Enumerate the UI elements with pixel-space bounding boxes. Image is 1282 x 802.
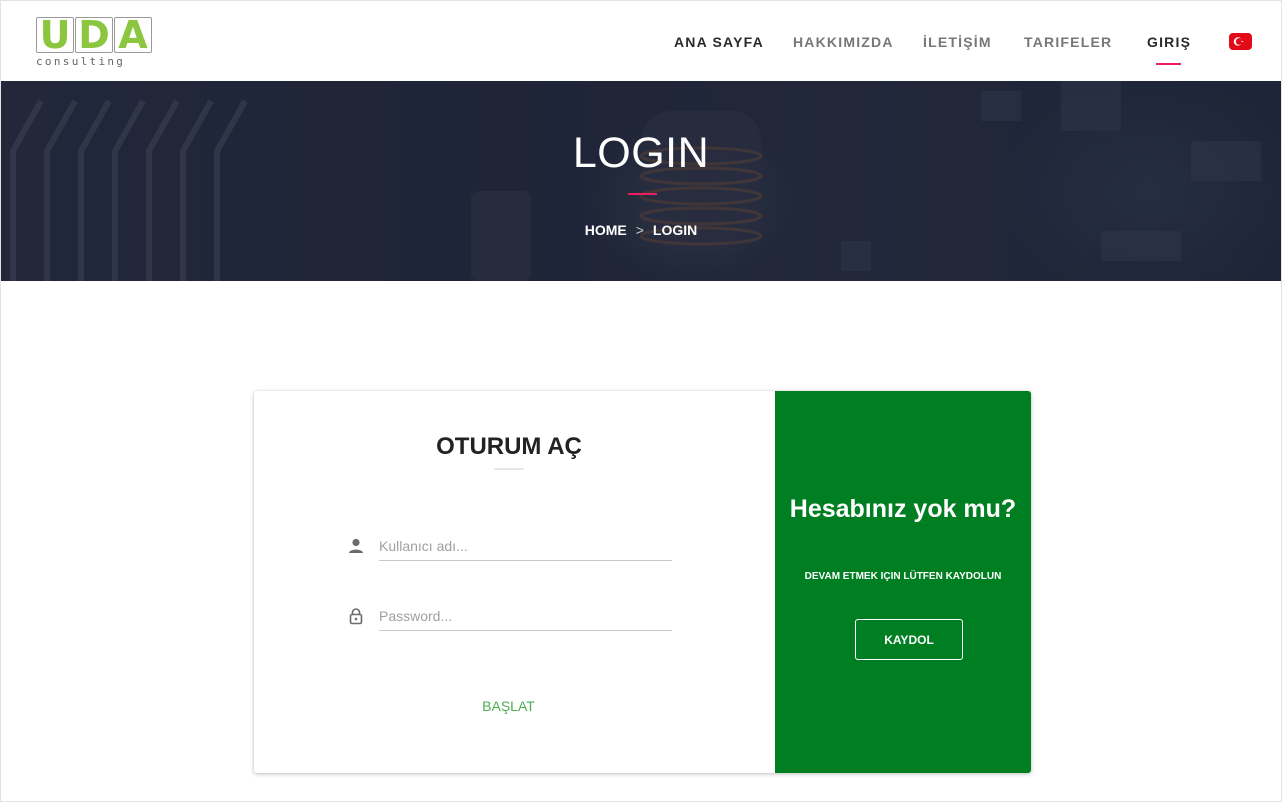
circuit-board-background: [1, 81, 1281, 281]
breadcrumb-home[interactable]: HOME: [585, 222, 627, 238]
password-input[interactable]: [379, 601, 672, 631]
login-title: OTURUM AÇ: [436, 433, 582, 460]
username-field: [346, 526, 672, 566]
logo-letter-d: D: [75, 17, 113, 53]
start-login-button[interactable]: BAŞLAT: [456, 691, 561, 721]
signup-subtitle: DEVAM ETMEK IÇIN LÜTFEN KAYDOLUN: [804, 571, 1002, 582]
login-form: OTURUM AÇ BAŞLAT: [254, 391, 775, 773]
login-title-divider: [494, 468, 524, 470]
lock-icon: [349, 608, 363, 625]
site-header: U D A consulting ANA SAYFA HAKKIMIZDA İL…: [1, 1, 1281, 81]
nav-giris[interactable]: GIRIŞ: [1147, 34, 1191, 50]
register-button[interactable]: KAYDOL: [855, 619, 963, 660]
login-card: OTURUM AÇ BAŞLAT Hesabınız yok mu? DEVAM…: [254, 391, 1031, 773]
logo-letter-a: A: [114, 17, 152, 53]
nav-iletisim[interactable]: İLETİŞİM: [923, 34, 992, 50]
title-divider: [628, 193, 657, 195]
signup-panel: Hesabınız yok mu? DEVAM ETMEK IÇIN LÜTFE…: [775, 391, 1031, 773]
page-title: LOGIN: [572, 129, 710, 177]
breadcrumb: HOME > LOGIN: [1, 222, 1281, 238]
nav-tarifeler[interactable]: TARIFELER: [1024, 34, 1112, 50]
person-icon: [349, 538, 363, 553]
logo-tagline: consulting: [36, 55, 126, 68]
page-hero-banner: LOGIN HOME > LOGIN: [1, 81, 1281, 281]
password-field: [346, 596, 672, 636]
breadcrumb-separator: >: [635, 222, 644, 238]
nav-ana-sayfa[interactable]: ANA SAYFA: [674, 34, 764, 50]
username-input[interactable]: [379, 531, 672, 561]
signup-title: Hesabınız yok mu?: [789, 495, 1017, 523]
nav-active-indicator: [1156, 63, 1181, 65]
turkey-flag-icon[interactable]: [1229, 33, 1252, 50]
breadcrumb-current: LOGIN: [652, 222, 698, 238]
nav-hakkimizda[interactable]: HAKKIMIZDA: [793, 34, 894, 50]
uda-consulting-logo[interactable]: U D A consulting: [35, 15, 155, 71]
logo-letter-u: U: [36, 17, 74, 53]
